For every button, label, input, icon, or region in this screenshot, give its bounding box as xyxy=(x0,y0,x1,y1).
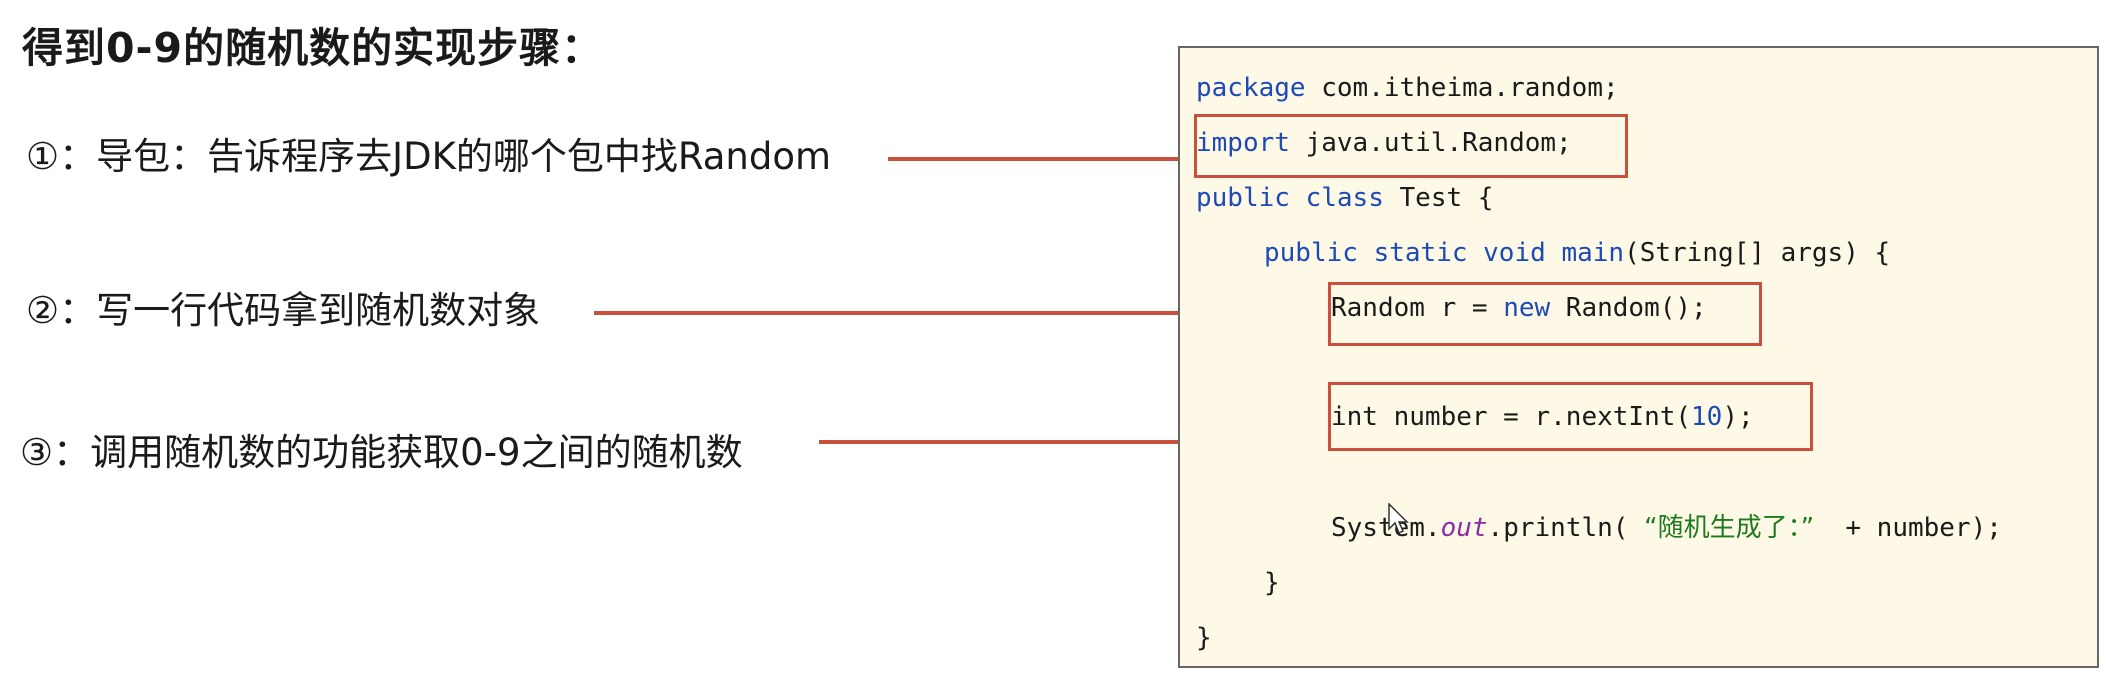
code-text: com.itheima.random; xyxy=(1305,73,1619,103)
keyword: void xyxy=(1483,238,1546,268)
code-text: (String[] args) { xyxy=(1624,238,1891,268)
method-name: main xyxy=(1561,238,1625,268)
code-text: System. xyxy=(1331,513,1441,543)
keyword: public xyxy=(1196,183,1290,213)
keyword: package xyxy=(1196,73,1306,103)
code-line-println: System.out.println( “随机生成了：” + number); xyxy=(1331,515,2002,541)
code-text: Test { xyxy=(1383,183,1494,213)
mouse-pointer-icon xyxy=(1388,503,1409,535)
keyword: class xyxy=(1305,183,1384,213)
code-line-close-class: } xyxy=(1196,623,1212,653)
field-name: out xyxy=(1440,513,1488,543)
keyword: public xyxy=(1264,238,1358,268)
code-text: + number); xyxy=(1814,513,2002,543)
code-line-close-method: } xyxy=(1264,568,1280,598)
code-line-class: public class Test { xyxy=(1196,185,1493,211)
highlight-box-next-int xyxy=(1328,382,1813,451)
code-block: package com.itheima.random; import java.… xyxy=(1178,46,2099,668)
highlight-box-import xyxy=(1194,114,1628,178)
code-line-main: public static void main(String[] args) { xyxy=(1264,240,1890,266)
keyword: static xyxy=(1373,238,1468,268)
highlight-box-new-random xyxy=(1328,282,1762,346)
string-literal: “随机生成了：” xyxy=(1644,513,1815,543)
code-text: .println( xyxy=(1487,513,1645,543)
code-line-package: package com.itheima.random; xyxy=(1196,75,1619,101)
